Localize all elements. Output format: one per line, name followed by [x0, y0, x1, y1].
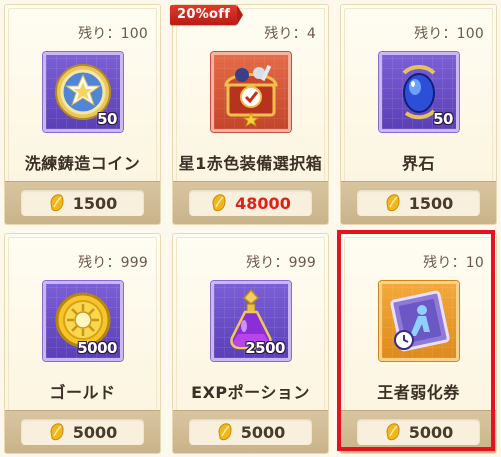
item-name: 星1赤色装備選択箱 [178, 154, 323, 173]
buy-button[interactable]: 5000 [21, 419, 144, 445]
treasure-box-icon [211, 52, 291, 132]
item-name: EXPポーション [191, 383, 310, 402]
stock-remaining: 残り：10 [423, 255, 484, 271]
item-name: 王者弱化券 [377, 383, 460, 402]
item-name: ゴールド [49, 383, 116, 402]
shop-item-card[interactable]: 残り：100 50 界石 1500 [340, 4, 497, 225]
gold-coin-icon: 5000 [43, 281, 123, 361]
item-price: 5000 [408, 422, 454, 442]
item-name: 界石 [401, 154, 435, 173]
buy-button[interactable]: 1500 [21, 190, 144, 216]
price-bar: 5000 [5, 410, 160, 453]
item-name: 洗練鋳造コイン [24, 154, 141, 173]
star-medal-icon: 50 [43, 52, 123, 132]
item-price: 5000 [72, 422, 118, 442]
gold-leaf-coin-icon [50, 423, 64, 441]
potion-icon: 2500 [211, 281, 291, 361]
stock-remaining: 残り：100 [414, 26, 484, 42]
item-quantity: 50 [433, 110, 453, 128]
stock-remaining: 残り：4 [264, 26, 316, 42]
buy-button[interactable]: 48000 [189, 190, 312, 216]
gold-leaf-coin-icon [212, 194, 226, 212]
shop-item-card[interactable]: 残り：100 50 洗練鋳造コイン 1500 [4, 4, 161, 225]
blue-gem-icon: 50 [379, 52, 459, 132]
shop-item-card[interactable]: 残り：10 王者弱化券 5000 [340, 233, 497, 454]
item-price: 1500 [408, 193, 454, 213]
buy-button[interactable]: 1500 [357, 190, 480, 216]
shop-item-card[interactable]: 残り：999 2500 EXPポーション 5000 [172, 233, 329, 454]
stock-remaining: 残り：999 [78, 255, 148, 271]
item-price: 48000 [235, 193, 291, 213]
shop-item-card[interactable]: 残り：4 星1赤色装備選択箱 48000 [172, 4, 329, 225]
gold-leaf-coin-icon [386, 423, 400, 441]
price-bar: 5000 [173, 410, 328, 453]
item-quantity: 5000 [77, 339, 117, 357]
buy-button[interactable]: 5000 [357, 419, 480, 445]
item-quantity: 50 [97, 110, 117, 128]
price-bar: 48000 [173, 181, 328, 224]
shop-item-card[interactable]: 残り：999 5000 ゴールド 5000 [4, 233, 161, 454]
discount-badge: 20%off [170, 5, 244, 25]
item-price: 5000 [240, 422, 286, 442]
item-quantity: 2500 [245, 339, 285, 357]
price-bar: 1500 [5, 181, 160, 224]
gold-leaf-coin-icon [50, 194, 64, 212]
stock-remaining: 残り：100 [78, 26, 148, 42]
price-bar: 5000 [341, 410, 496, 453]
price-bar: 1500 [341, 181, 496, 224]
ticket-icon [379, 281, 459, 361]
item-price: 1500 [72, 193, 118, 213]
gold-leaf-coin-icon [386, 194, 400, 212]
buy-button[interactable]: 5000 [189, 419, 312, 445]
stock-remaining: 残り：999 [246, 255, 316, 271]
gold-leaf-coin-icon [218, 423, 232, 441]
